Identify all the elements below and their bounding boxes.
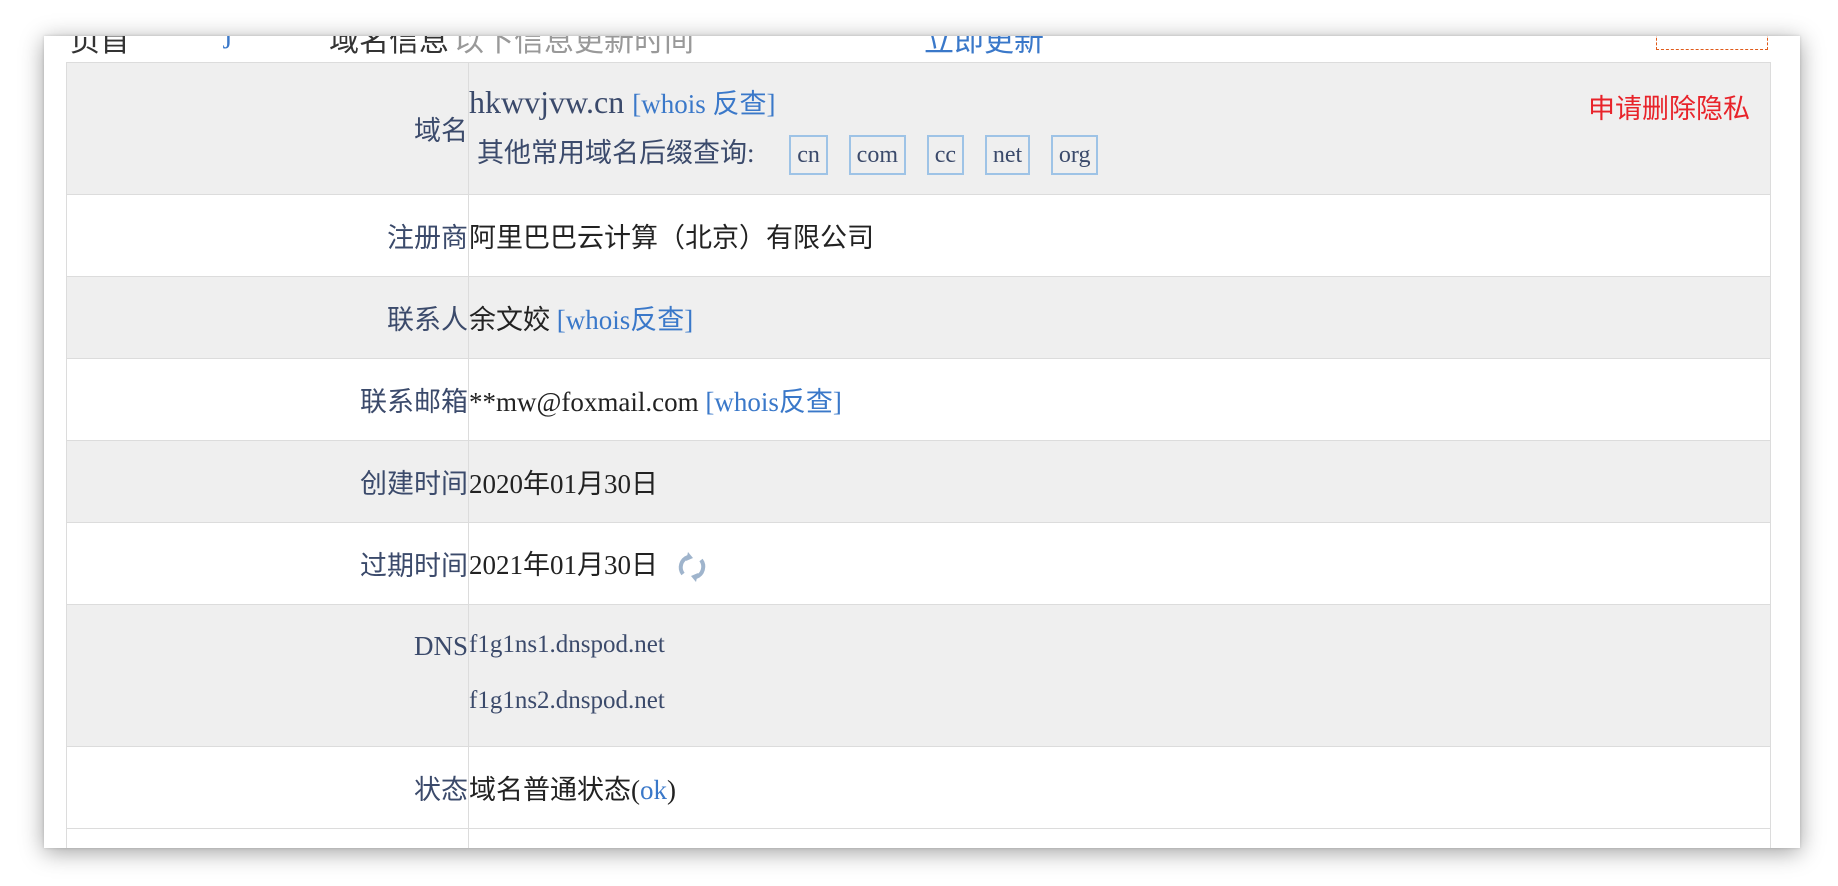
row-value: 2021年01月30日 xyxy=(468,522,1771,605)
suffix-button-cn[interactable]: cn xyxy=(789,135,828,175)
table-row-partial xyxy=(66,828,1771,848)
row-label: DNS xyxy=(66,604,469,747)
row-label: 状态 xyxy=(66,746,469,829)
domain-whois-link[interactable]: [whois 反查] xyxy=(632,89,775,119)
table-row-email: 联系邮箱 **mw@foxmail.com [whois反查] xyxy=(66,358,1771,441)
created-value: 2020年01月30日 xyxy=(468,440,1771,523)
suffix-button-cc[interactable]: cc xyxy=(926,135,965,175)
row-value-empty xyxy=(468,828,1771,848)
suffix-button-org[interactable]: org xyxy=(1050,135,1099,175)
update-time-text: 以下信息更新时间 xyxy=(454,36,694,58)
status-code-link[interactable]: ok xyxy=(640,775,667,805)
refresh-icon[interactable] xyxy=(675,550,709,584)
row-value: hkwvjvw.cn [whois 反查] 其他常用域名后缀查询: cn com… xyxy=(468,62,1771,195)
whois-table: 域名 hkwvjvw.cn [whois 反查] 其他常用域名后缀查询: cn … xyxy=(66,62,1771,848)
dashed-box xyxy=(1656,36,1768,50)
expires-value: 2021年01月30日 xyxy=(469,549,658,580)
contact-whois-link[interactable]: [whois反查] xyxy=(557,305,694,335)
table-row-dns: DNS f1g1ns1.dnspod.net f1g1ns2.dnspod.ne… xyxy=(66,604,1771,747)
row-label: 创建时间 xyxy=(66,440,469,523)
section-title: 域名信息 xyxy=(329,36,449,58)
registrar-value: 阿里巴巴云计算（北京）有限公司 xyxy=(468,194,1771,277)
table-row-contact: 联系人 余文姣 [whois反查] xyxy=(66,276,1771,359)
table-row-status: 状态 域名普通状态(ok) xyxy=(66,746,1771,829)
row-label: 域名 xyxy=(66,62,469,195)
row-label: 联系邮箱 xyxy=(66,358,469,441)
suffix-prompt: 其他常用域名后缀查询: xyxy=(477,138,755,168)
browser-window: 页首 j 域名信息 以下信息更新时间 立即更新 域名 hkwvjvw.cn [w… xyxy=(44,36,1800,848)
table-row-expires: 过期时间 2021年01月30日 xyxy=(66,522,1771,605)
contact-value: 余文姣 xyxy=(469,305,550,335)
row-label: 联系人 xyxy=(66,276,469,359)
suffix-query: 其他常用域名后缀查询: cn com cc net org xyxy=(469,131,1770,175)
row-value: **mw@foxmail.com [whois反查] xyxy=(468,358,1771,441)
suffix-button-net[interactable]: net xyxy=(984,135,1031,175)
status-close: ) xyxy=(667,775,676,805)
table-row-created: 创建时间 2020年01月30日 xyxy=(66,440,1771,523)
table-row-registrar: 注册商 阿里巴巴云计算（北京）有限公司 xyxy=(66,194,1771,277)
row-value: f1g1ns1.dnspod.net f1g1ns2.dnspod.net xyxy=(468,604,1771,747)
top-nav-partial: 页首 j 域名信息 以下信息更新时间 立即更新 xyxy=(44,36,1800,62)
email-whois-link[interactable]: [whois反查] xyxy=(705,387,842,417)
row-label: 注册商 xyxy=(66,194,469,277)
row-value: 余文姣 [whois反查] xyxy=(468,276,1771,359)
dns-server: f1g1ns2.dnspod.net xyxy=(469,687,665,714)
status-value: 域名普通状态( xyxy=(469,775,640,805)
row-label-empty xyxy=(66,828,469,848)
table-row-domain: 域名 hkwvjvw.cn [whois 反查] 其他常用域名后缀查询: cn … xyxy=(66,62,1771,195)
delete-privacy-link[interactable]: 申请删除隐私 xyxy=(1588,87,1750,126)
row-value: 域名普通状态(ok) xyxy=(468,746,1771,829)
domain-name: hkwvjvw.cn xyxy=(469,84,625,120)
dns-server: f1g1ns1.dnspod.net xyxy=(469,631,665,658)
top-nav-item[interactable]: 页首 xyxy=(70,36,130,60)
row-label: 过期时间 xyxy=(66,522,469,605)
suffix-button-com[interactable]: com xyxy=(848,135,906,175)
top-nav-item[interactable]: j xyxy=(224,36,232,50)
email-value: **mw@foxmail.com xyxy=(469,387,699,417)
update-now-link[interactable]: 立即更新 xyxy=(924,36,1044,60)
